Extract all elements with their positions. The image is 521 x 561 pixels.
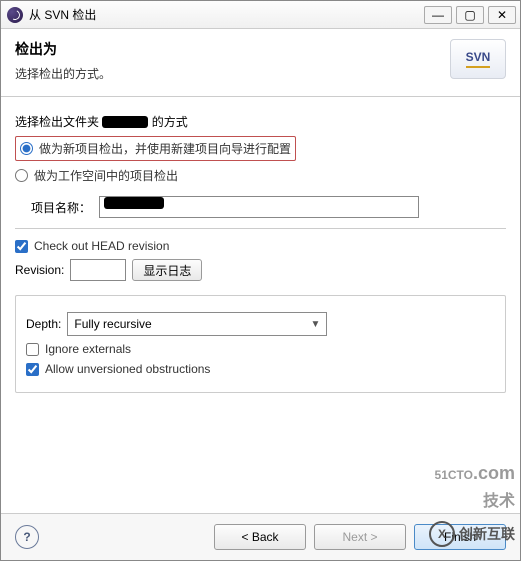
next-button[interactable]: Next > (314, 524, 406, 550)
close-button[interactable]: ✕ (488, 6, 516, 24)
svn-logo: SVN (450, 39, 506, 79)
finish-button[interactable]: Finish (414, 524, 506, 550)
allow-unversioned-label: Allow unversioned obstructions (45, 362, 210, 376)
project-name-label: 项目名称： (31, 199, 91, 216)
checkout-method-label: 选择检出文件夹 的方式 (15, 113, 506, 130)
window-buttons: — ▢ ✕ (424, 6, 516, 24)
show-log-button[interactable]: 显示日志 (132, 259, 202, 281)
redacted-project-value (104, 197, 164, 209)
eclipse-icon (7, 7, 23, 23)
depth-value: Fully recursive (74, 317, 151, 331)
depth-label: Depth: (26, 317, 61, 331)
chevron-down-icon: ▼ (310, 319, 320, 330)
head-revision-checkbox[interactable] (15, 240, 28, 253)
allow-unversioned-checkbox[interactable] (26, 363, 39, 376)
ignore-externals-checkbox[interactable] (26, 343, 39, 356)
back-button[interactable]: < Back (214, 524, 306, 550)
radio-new-project[interactable] (20, 142, 33, 155)
separator (15, 228, 506, 229)
head-revision-label: Check out HEAD revision (34, 239, 169, 253)
wizard-header: 检出为 选择检出的方式。 SVN (1, 29, 520, 97)
radio-new-project-highlight: 做为新项目检出，并使用新建项目向导进行配置 (15, 136, 296, 161)
wizard-footer: ? < Back Next > Finish (1, 513, 520, 560)
dialog-window: 从 SVN 检出 — ▢ ✕ 检出为 选择检出的方式。 SVN 选择检出文件夹 … (0, 0, 521, 561)
depth-select[interactable]: Fully recursive ▼ (67, 312, 327, 336)
options-group: Depth: Fully recursive ▼ Ignore external… (15, 295, 506, 393)
maximize-button[interactable]: ▢ (456, 6, 484, 24)
wizard-content: 选择检出文件夹 的方式 做为新项目检出，并使用新建项目向导进行配置 做为工作空间… (1, 97, 520, 513)
ignore-externals-label: Ignore externals (45, 342, 131, 356)
revision-label: Revision: (15, 263, 64, 277)
redacted-folder-name (102, 116, 148, 128)
radio-new-project-label: 做为新项目检出，并使用新建项目向导进行配置 (39, 140, 291, 157)
page-title: 检出为 (15, 39, 450, 59)
radio-workspace-project-label: 做为工作空间中的项目检出 (34, 167, 178, 184)
window-title: 从 SVN 检出 (29, 6, 424, 23)
page-subtitle: 选择检出的方式。 (15, 65, 450, 82)
title-bar: 从 SVN 检出 — ▢ ✕ (1, 1, 520, 29)
minimize-button[interactable]: — (424, 6, 452, 24)
revision-input[interactable] (70, 259, 126, 281)
help-button[interactable]: ? (15, 525, 39, 549)
project-name-input[interactable] (99, 196, 419, 218)
radio-workspace-project[interactable] (15, 169, 28, 182)
